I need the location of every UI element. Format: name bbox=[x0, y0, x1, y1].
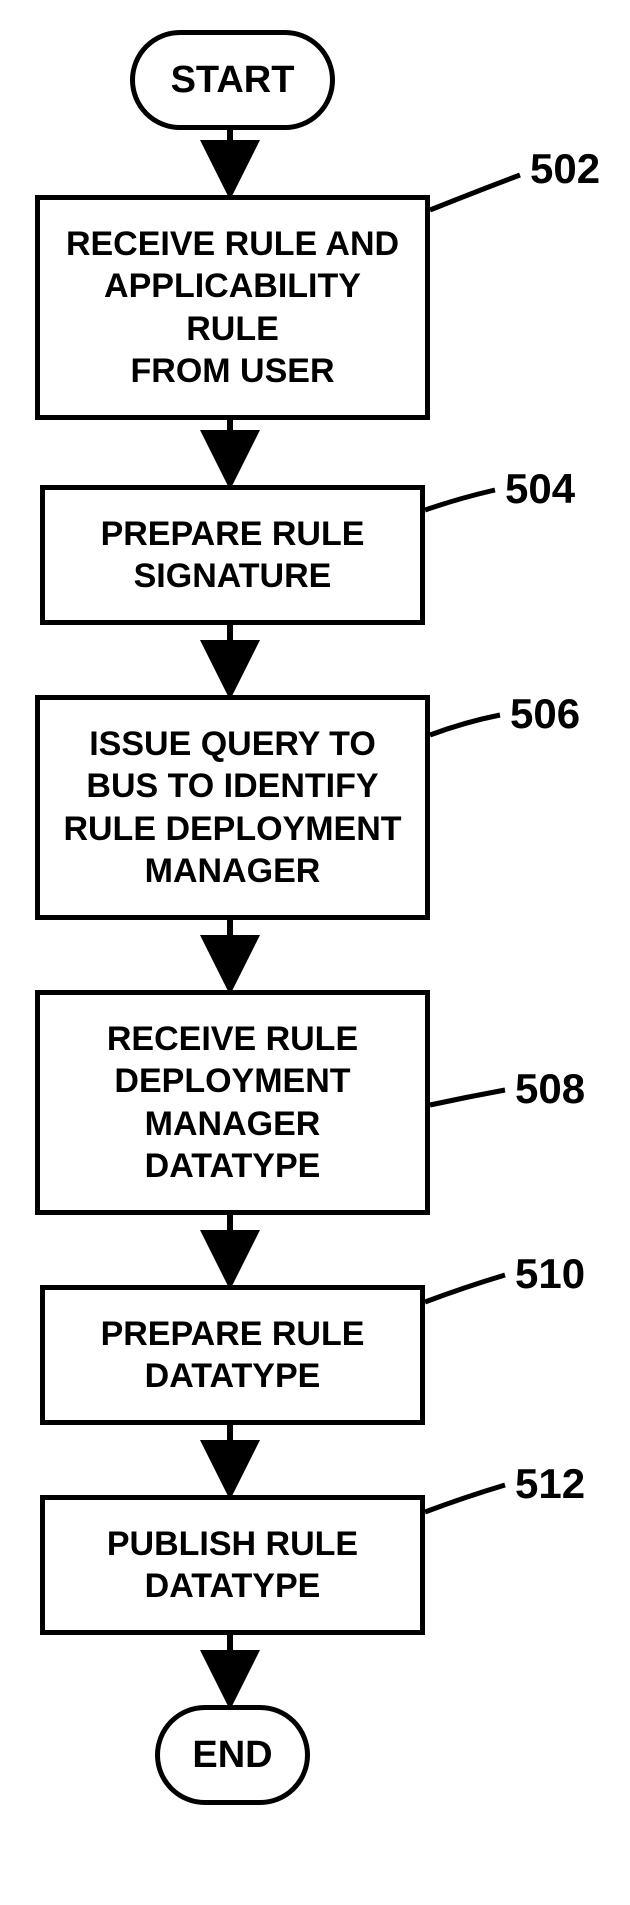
step-502-ref: 502 bbox=[530, 145, 600, 193]
step-502: RECEIVE RULE AND APPLICABILITY RULE FROM… bbox=[35, 195, 430, 420]
step-512-text: PUBLISH RULE DATATYPE bbox=[107, 1523, 358, 1608]
step-502-text: RECEIVE RULE AND APPLICABILITY RULE FROM… bbox=[66, 223, 399, 393]
step-504-text: PREPARE RULE SIGNATURE bbox=[101, 513, 365, 598]
step-506: ISSUE QUERY TO BUS TO IDENTIFY RULE DEPL… bbox=[35, 695, 430, 920]
step-506-ref: 506 bbox=[510, 690, 580, 738]
start-terminator: START bbox=[130, 30, 335, 130]
flowchart-canvas: START RECEIVE RULE AND APPLICABILITY RUL… bbox=[0, 0, 630, 1905]
step-504-ref: 504 bbox=[505, 465, 575, 513]
step-510: PREPARE RULE DATATYPE bbox=[40, 1285, 425, 1425]
step-508-ref: 508 bbox=[515, 1065, 585, 1113]
step-510-text: PREPARE RULE DATATYPE bbox=[101, 1313, 365, 1398]
step-508: RECEIVE RULE DEPLOYMENT MANAGER DATATYPE bbox=[35, 990, 430, 1215]
step-508-text: RECEIVE RULE DEPLOYMENT MANAGER DATATYPE bbox=[107, 1018, 358, 1188]
end-terminator: END bbox=[155, 1705, 310, 1805]
step-510-ref: 510 bbox=[515, 1250, 585, 1298]
step-512: PUBLISH RULE DATATYPE bbox=[40, 1495, 425, 1635]
step-506-text: ISSUE QUERY TO BUS TO IDENTIFY RULE DEPL… bbox=[63, 723, 401, 893]
step-512-ref: 512 bbox=[515, 1460, 585, 1508]
step-504: PREPARE RULE SIGNATURE bbox=[40, 485, 425, 625]
